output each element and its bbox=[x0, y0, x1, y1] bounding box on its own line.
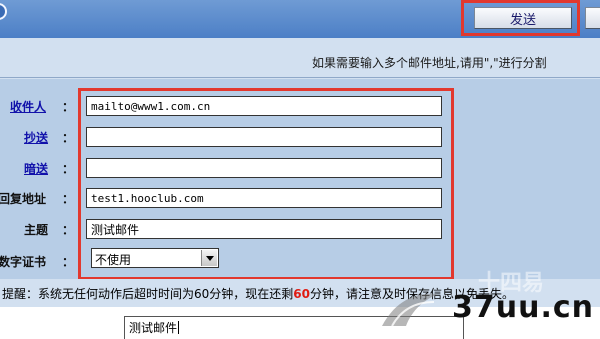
bcc-colon: ： bbox=[62, 162, 75, 176]
chevron-down-icon[interactable] bbox=[201, 250, 217, 266]
text-cursor bbox=[178, 321, 180, 334]
bcc-label[interactable]: 暗送 bbox=[24, 160, 48, 177]
send-highlight-frame bbox=[461, 0, 580, 36]
cc-field[interactable] bbox=[86, 127, 442, 147]
to-colon: ： bbox=[62, 100, 75, 114]
to-field[interactable] bbox=[86, 96, 442, 116]
certificate-colon: ： bbox=[62, 255, 75, 269]
subject-field[interactable] bbox=[86, 219, 442, 239]
multi-address-hint: 如果需要输入多个邮件地址,请用","进行分割 bbox=[312, 56, 547, 70]
to-label[interactable]: 收件人 bbox=[10, 98, 46, 115]
cc-label[interactable]: 抄送 bbox=[24, 129, 48, 146]
certificate-label: 数字证书 bbox=[0, 255, 47, 269]
subject-label: 主题 bbox=[24, 223, 49, 237]
certificate-select[interactable]: 不使用 bbox=[91, 248, 219, 268]
cc-colon: ： bbox=[62, 131, 75, 145]
site-watermark: 37uu.cn bbox=[452, 290, 594, 325]
bcc-field[interactable] bbox=[86, 158, 442, 178]
toolbar-button-partial[interactable] bbox=[585, 7, 600, 29]
certificate-selected-value: 不使用 bbox=[95, 253, 132, 267]
notice-prefix: 提醒：系统无任何动作后超时时间为60分钟，现在还剩 bbox=[2, 287, 294, 301]
site-logo-icon bbox=[382, 293, 438, 327]
subject-echo-text: 测试邮件 bbox=[129, 321, 178, 335]
reply-address-label: 回复地址 bbox=[0, 192, 47, 206]
reply-address-field[interactable] bbox=[86, 188, 442, 208]
subject-colon: ： bbox=[62, 223, 75, 237]
remaining-minutes: 60 bbox=[293, 287, 310, 301]
reply-colon: ： bbox=[62, 192, 75, 206]
